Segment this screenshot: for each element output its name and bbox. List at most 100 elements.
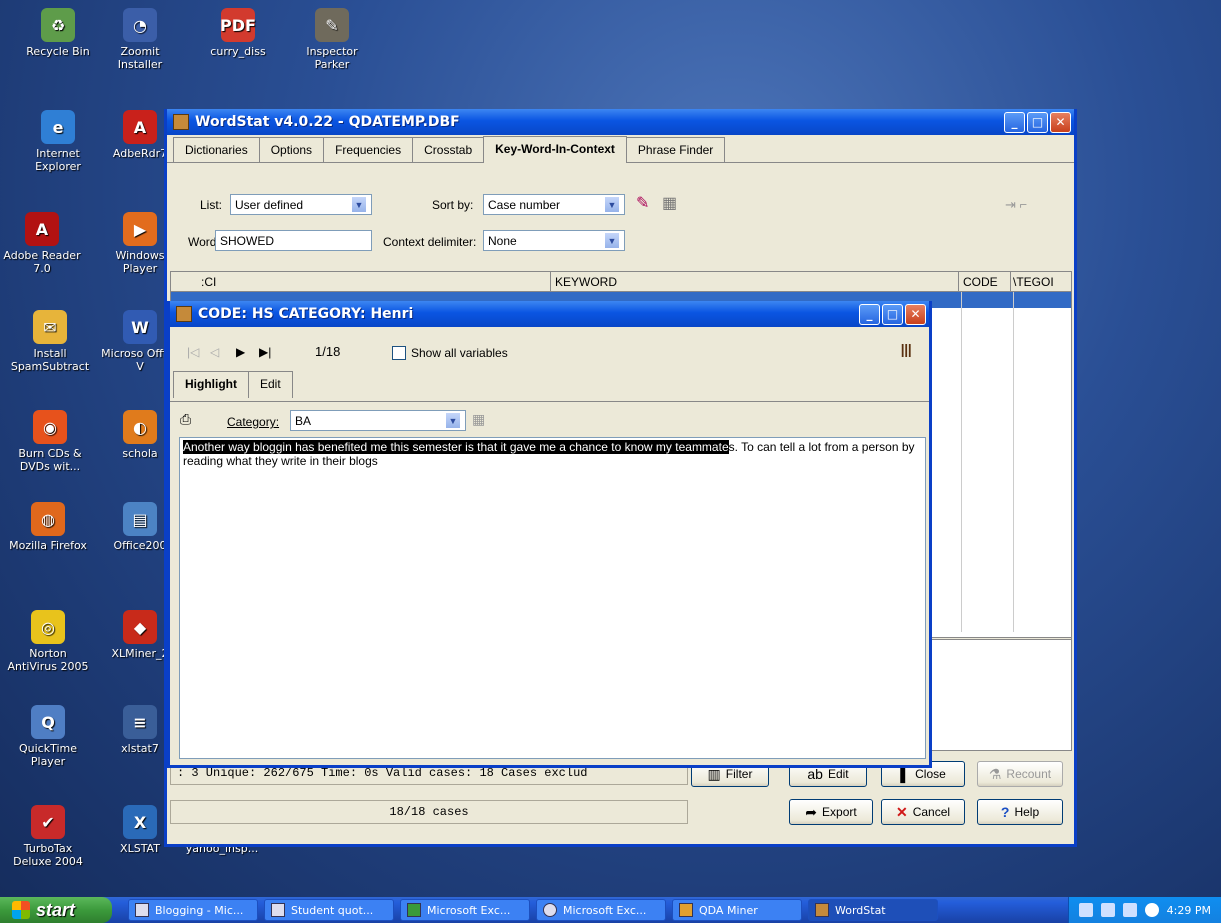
task-wordstat[interactable]: WordStat: [808, 899, 938, 921]
app-icon: ▤: [123, 502, 157, 536]
kwic-header: :CI KEYWORD CODE \TEGOI: [171, 272, 1071, 292]
filter-icon: ▥: [707, 765, 721, 782]
door-icon: ▌: [900, 766, 911, 782]
chevron-down-icon[interactable]: ▼: [351, 196, 367, 213]
close-window-button[interactable]: ✕: [1050, 111, 1071, 133]
recount-button[interactable]: ⚗ Recount: [977, 761, 1063, 787]
desktop-icon-label: Internet Explorer: [35, 147, 81, 173]
copy-icon[interactable]: ▦: [662, 193, 677, 213]
app-icon: PDF: [220, 8, 256, 42]
help-tray-icon[interactable]: [1122, 903, 1137, 917]
windows-logo-icon: [12, 901, 30, 919]
context-delimiter-select[interactable]: None ▼: [483, 230, 625, 251]
prev-record-icon[interactable]: ◁: [210, 345, 219, 359]
col-case[interactable]: :CI: [171, 272, 551, 291]
desktop-icon[interactable]: ✎ Inspector Parker: [290, 8, 374, 71]
x-icon: ✕: [895, 803, 908, 820]
help-button[interactable]: ? Help: [977, 799, 1063, 825]
desktop-icon[interactable]: ◉ Burn CDs & DVDs wit...: [8, 410, 92, 473]
pen-icon[interactable]: [1078, 903, 1093, 917]
export-button[interactable]: ➦ Export: [789, 799, 873, 825]
minimize-button[interactable]: _: [859, 303, 880, 325]
app-icon: ✉: [33, 310, 67, 344]
task-excel-2[interactable]: Microsoft Exc...: [536, 899, 666, 921]
task-student-quot[interactable]: Student quot...: [264, 899, 394, 921]
tab-options[interactable]: Options: [258, 137, 325, 162]
list-select[interactable]: User defined ▼: [230, 194, 372, 215]
wordstat-title: WordStat v4.0.22 - QDATEMP.DBF: [195, 114, 460, 130]
show-all-checkbox[interactable]: [392, 346, 406, 360]
code-app-icon: [176, 306, 192, 322]
desktop-icon-label: curry_diss: [210, 45, 266, 58]
desktop-icon[interactable]: ✉ Install SpamSubtract: [8, 310, 92, 373]
desktop-icon[interactable]: ◔ Zoomit Installer: [98, 8, 182, 71]
first-record-icon[interactable]: |◁: [187, 345, 199, 359]
app-icon: Q: [31, 705, 65, 739]
minimize-button[interactable]: _: [1004, 111, 1025, 133]
highlighter-icon[interactable]: ✎: [636, 193, 649, 213]
network-icon[interactable]: [1100, 903, 1115, 917]
task-qda-miner[interactable]: QDA Miner: [672, 899, 802, 921]
last-record-icon[interactable]: ▶|: [259, 345, 271, 359]
app-icon: ▶: [123, 212, 157, 246]
next-record-icon[interactable]: ▶: [236, 345, 245, 359]
desktop-icon[interactable]: A Adobe Reader 7.0: [0, 212, 84, 275]
cases-count: 18/18 cases: [170, 800, 688, 824]
app-icon: ✎: [315, 8, 349, 42]
export-icon: ➦: [805, 803, 818, 820]
desktop-icon[interactable]: ◍ Mozilla Firefox: [6, 502, 90, 552]
desktop-icon-label: Inspector Parker: [306, 45, 358, 71]
tab-crosstab[interactable]: Crosstab: [412, 137, 485, 162]
print-icon[interactable]: ⎙: [180, 411, 191, 428]
desktop-icon-label: Install SpamSubtract: [10, 347, 90, 373]
tab-phrase-finder[interactable]: Phrase Finder: [625, 137, 726, 162]
desktop-icon[interactable]: ✔ TurboTax Deluxe 2004: [6, 805, 90, 868]
start-button[interactable]: start: [0, 897, 112, 923]
chevron-down-icon[interactable]: ▼: [445, 412, 461, 429]
maximize-button[interactable]: □: [882, 303, 903, 325]
chevron-down-icon[interactable]: ▼: [604, 196, 620, 213]
desktop-icon-label: Recycle Bin: [26, 45, 90, 58]
context-delimiter-label: Context delimiter:: [383, 235, 477, 249]
chevron-down-icon[interactable]: ▼: [604, 232, 620, 249]
back-arrow-icon[interactable]: [1144, 903, 1159, 917]
document-text-area[interactable]: Another way bloggin has benefited me thi…: [179, 437, 926, 759]
col-code[interactable]: CODE: [959, 272, 1011, 291]
desktop-icon[interactable]: PDF curry_diss: [196, 8, 280, 58]
tab-frequencies[interactable]: Frequencies: [323, 137, 414, 162]
tab-kwic[interactable]: Key-Word-In-Context: [483, 136, 627, 163]
task-blogging[interactable]: Blogging - Mic...: [128, 899, 258, 921]
desktop-icon[interactable]: ♻ Recycle Bin: [16, 8, 100, 58]
desktop-icon[interactable]: ◎ Norton AntiVirus 2005: [6, 610, 90, 673]
app-icon: ◎: [31, 610, 65, 644]
code-titlebar[interactable]: CODE: HS CATEGORY: Henri _ □ ✕: [170, 301, 929, 327]
app-icon: ◉: [33, 410, 67, 444]
column-divider: [1013, 292, 1014, 632]
clock: 4:29 PM: [1166, 903, 1211, 917]
close-window-button[interactable]: ✕: [905, 303, 926, 325]
wordstat-titlebar[interactable]: WordStat v4.0.22 - QDATEMP.DBF _ □ ✕: [167, 109, 1074, 135]
desktop-icon[interactable]: Q QuickTime Player: [6, 705, 90, 768]
tab-edit[interactable]: Edit: [247, 371, 293, 398]
task-excel-1[interactable]: Microsoft Exc...: [400, 899, 530, 921]
col-keyword[interactable]: KEYWORD: [551, 272, 959, 291]
grid-icon[interactable]: ▦: [472, 411, 485, 428]
col-category[interactable]: \TEGOI: [1011, 272, 1071, 291]
app-icon: ◆: [123, 610, 157, 644]
desktop-icon-label: Zoomit Installer: [117, 45, 163, 71]
tab-dictionaries[interactable]: Dictionaries: [173, 137, 260, 162]
desktop-icon-label: Adobe Reader 7.0: [3, 249, 81, 275]
category-select[interactable]: BA ▼: [290, 410, 466, 431]
word-input[interactable]: SHOWED: [215, 230, 372, 251]
sortby-select[interactable]: Case number ▼: [483, 194, 625, 215]
highlighted-text[interactable]: Another way bloggin has benefited me thi…: [183, 440, 729, 454]
variables-icon[interactable]: Ⅲ: [900, 341, 912, 362]
column-divider: [961, 292, 962, 632]
code-title: CODE: HS CATEGORY: Henri: [198, 306, 414, 322]
maximize-button[interactable]: □: [1027, 111, 1048, 133]
cancel-button[interactable]: ✕ Cancel: [881, 799, 965, 825]
desktop-icon[interactable]: e Internet Explorer: [16, 110, 100, 173]
desktop-icon-label: TurboTax Deluxe 2004: [13, 842, 83, 868]
tab-highlight[interactable]: Highlight: [173, 371, 249, 398]
app-icon: X: [123, 805, 157, 839]
